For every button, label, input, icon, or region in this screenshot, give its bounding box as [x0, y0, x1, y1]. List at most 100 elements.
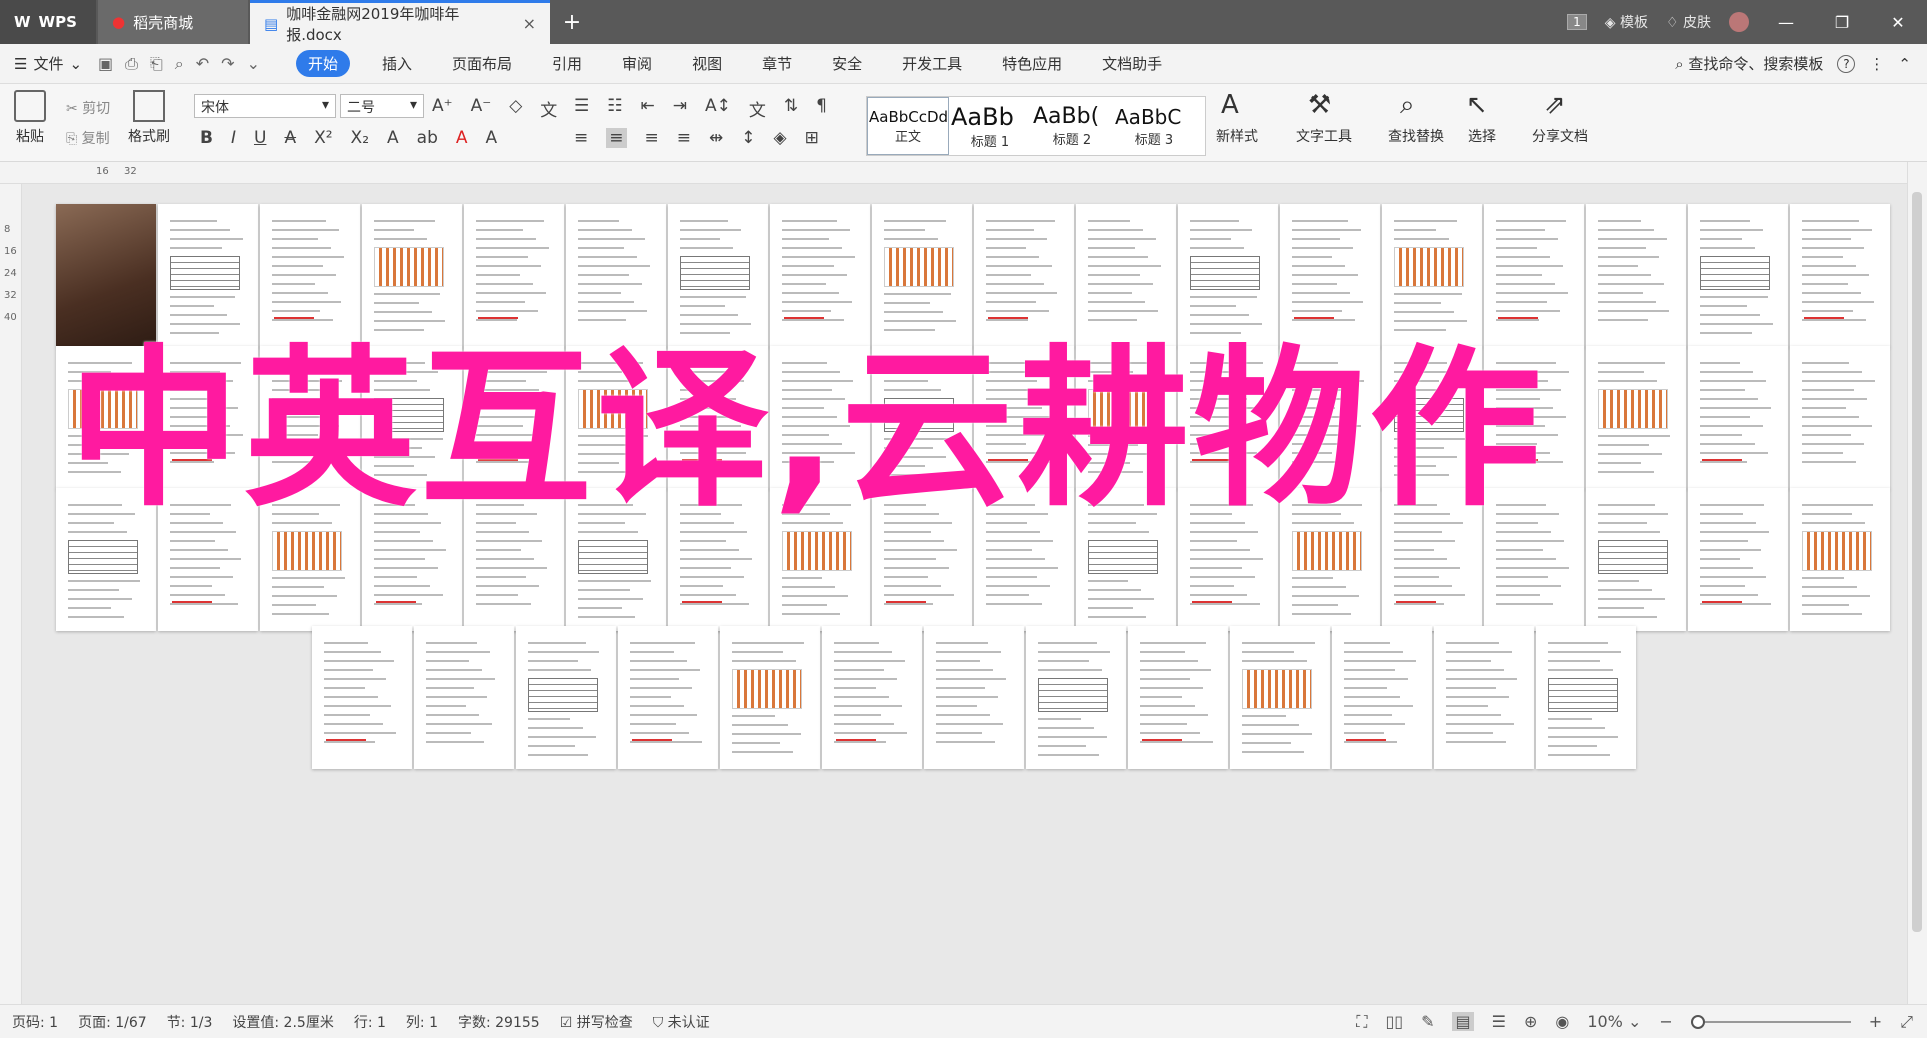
page-view-icon[interactable]: ▤	[1452, 1012, 1474, 1031]
print-preview-icon[interactable]: ⌕	[175, 54, 184, 74]
page-thumbnail[interactable]	[974, 346, 1074, 489]
vertical-ruler[interactable]: 8 16 24 32 40	[0, 184, 22, 1004]
menu-home[interactable]: 开始	[295, 50, 350, 77]
web-view-icon[interactable]: ⊕	[1524, 1012, 1537, 1031]
font-name-select[interactable]: 宋体 ▾	[194, 94, 336, 118]
decrease-indent-icon[interactable]: ⇤	[641, 96, 655, 121]
page-thumbnail[interactable]	[1688, 204, 1788, 347]
bullet-list-icon[interactable]: ☰	[574, 96, 589, 121]
phonetic-icon[interactable]: 文	[540, 96, 557, 121]
page-thumbnail[interactable]	[1382, 488, 1482, 631]
select-button[interactable]: ↖ 选择	[1466, 90, 1498, 146]
grow-font-icon[interactable]: A⁺	[432, 96, 453, 121]
page-thumbnail[interactable]	[56, 204, 156, 347]
page-thumbnail[interactable]	[566, 488, 666, 631]
page-thumbnail[interactable]	[260, 346, 360, 489]
menu-view[interactable]: 视图	[692, 53, 722, 74]
page-thumbnail[interactable]	[1484, 346, 1584, 489]
superscript-icon[interactable]: X²	[314, 128, 332, 148]
page-thumbnail[interactable]	[566, 204, 666, 347]
page-thumbnail[interactable]	[464, 488, 564, 631]
page-thumbnail[interactable]	[1076, 204, 1176, 347]
page-thumbnail[interactable]	[1790, 346, 1890, 489]
font-size-select[interactable]: 二号 ▾	[340, 94, 424, 118]
zoom-slider-knob[interactable]	[1690, 1014, 1705, 1029]
page-thumbnail[interactable]	[158, 204, 258, 347]
outline-view-icon[interactable]: ☰	[1492, 1012, 1506, 1031]
shrink-font-icon[interactable]: A⁻	[471, 96, 492, 121]
format-painter-button[interactable]: 格式刷	[128, 90, 170, 146]
page-thumbnail[interactable]	[1586, 204, 1686, 347]
menu-security[interactable]: 安全	[832, 53, 862, 74]
italic-icon[interactable]: I	[231, 128, 236, 148]
menu-doc-assistant[interactable]: 文档助手	[1102, 53, 1162, 74]
text-effect-icon[interactable]: A	[387, 128, 399, 148]
page-thumbnail[interactable]	[1178, 346, 1278, 489]
menu-developer[interactable]: 开发工具	[902, 53, 962, 74]
document-canvas[interactable]	[22, 184, 1907, 1004]
page-thumbnail[interactable]	[312, 626, 412, 769]
page-thumbnail[interactable]	[872, 204, 972, 347]
clear-format-icon[interactable]: ◇	[509, 96, 522, 121]
scrollbar-thumb[interactable]	[1912, 192, 1922, 932]
page-thumbnail[interactable]	[1434, 626, 1534, 769]
maximize-button[interactable]: ❐	[1823, 13, 1861, 32]
status-word-count[interactable]: 字数: 29155	[458, 1012, 540, 1032]
page-thumbnail[interactable]	[822, 626, 922, 769]
page-thumbnail[interactable]	[1026, 626, 1126, 769]
store-tab[interactable]: ● 稻壳商城	[98, 0, 248, 44]
menu-references[interactable]: 引用	[552, 53, 582, 74]
copy-button[interactable]: ⎘ 复制	[66, 128, 110, 148]
page-thumbnail[interactable]	[1230, 626, 1330, 769]
distributed-icon[interactable]: ⇹	[709, 128, 723, 148]
page-thumbnail[interactable]	[924, 626, 1024, 769]
undo-icon[interactable]: ↶	[196, 54, 209, 74]
status-page-no[interactable]: 页码: 1	[12, 1012, 58, 1032]
text-tools-button[interactable]: ⚒ 文字工具	[1296, 90, 1352, 146]
style-normal[interactable]: AaBbCcDd 正文	[867, 97, 949, 155]
reading-mode-icon[interactable]: ▯▯	[1385, 1012, 1403, 1031]
align-left-icon[interactable]: ≡	[574, 128, 588, 148]
style-heading-1[interactable]: AaBb 标题 1	[949, 97, 1031, 155]
wps-home-tab[interactable]: W WPS	[0, 0, 96, 44]
underline-icon[interactable]: U	[254, 128, 266, 148]
page-thumbnail[interactable]	[872, 346, 972, 489]
page-thumbnail[interactable]	[464, 204, 564, 347]
align-center-icon[interactable]: ≡	[606, 128, 627, 148]
page-thumbnail[interactable]	[1128, 626, 1228, 769]
increase-indent-icon[interactable]: ⇥	[673, 96, 687, 121]
page-thumbnail[interactable]	[1536, 626, 1636, 769]
page-thumbnail[interactable]	[1076, 346, 1176, 489]
page-thumbnail[interactable]	[56, 488, 156, 631]
page-thumbnail[interactable]	[1178, 488, 1278, 631]
page-thumbnail[interactable]	[770, 488, 870, 631]
fit-page-icon[interactable]: ⤢	[1900, 1012, 1913, 1032]
sort-icon[interactable]: ⇅	[784, 96, 798, 121]
page-thumbnail[interactable]	[1332, 626, 1432, 769]
page-thumbnail[interactable]	[770, 204, 870, 347]
eye-protection-icon[interactable]: ◉	[1555, 1012, 1569, 1031]
page-thumbnail[interactable]	[1688, 488, 1788, 631]
page-thumbnail[interactable]	[618, 626, 718, 769]
customize-icon[interactable]: ⌄	[247, 54, 260, 74]
menu-insert[interactable]: 插入	[382, 53, 412, 74]
subscript-icon[interactable]: X₂	[351, 128, 369, 148]
page-thumbnail[interactable]	[260, 488, 360, 631]
justify-icon[interactable]: ≡	[677, 128, 691, 148]
numbered-list-icon[interactable]: ☷	[607, 96, 622, 121]
page-thumbnail[interactable]	[1484, 488, 1584, 631]
bold-icon[interactable]: B	[200, 128, 213, 148]
page-thumbnail[interactable]	[974, 488, 1074, 631]
export-pdf-icon[interactable]: ⎙	[125, 54, 138, 74]
page-thumbnail[interactable]	[974, 204, 1074, 347]
page-thumbnail[interactable]	[1790, 204, 1890, 347]
vertical-scrollbar[interactable]	[1907, 162, 1927, 1004]
page-thumbnail[interactable]	[260, 204, 360, 347]
paste-button[interactable]: 粘贴	[14, 90, 46, 146]
page-thumbnail[interactable]	[668, 204, 768, 347]
page-thumbnail[interactable]	[464, 346, 564, 489]
page-thumbnail[interactable]	[158, 488, 258, 631]
menu-review[interactable]: 审阅	[622, 53, 652, 74]
menu-section[interactable]: 章节	[762, 53, 792, 74]
status-section[interactable]: 节: 1/3	[167, 1012, 213, 1032]
